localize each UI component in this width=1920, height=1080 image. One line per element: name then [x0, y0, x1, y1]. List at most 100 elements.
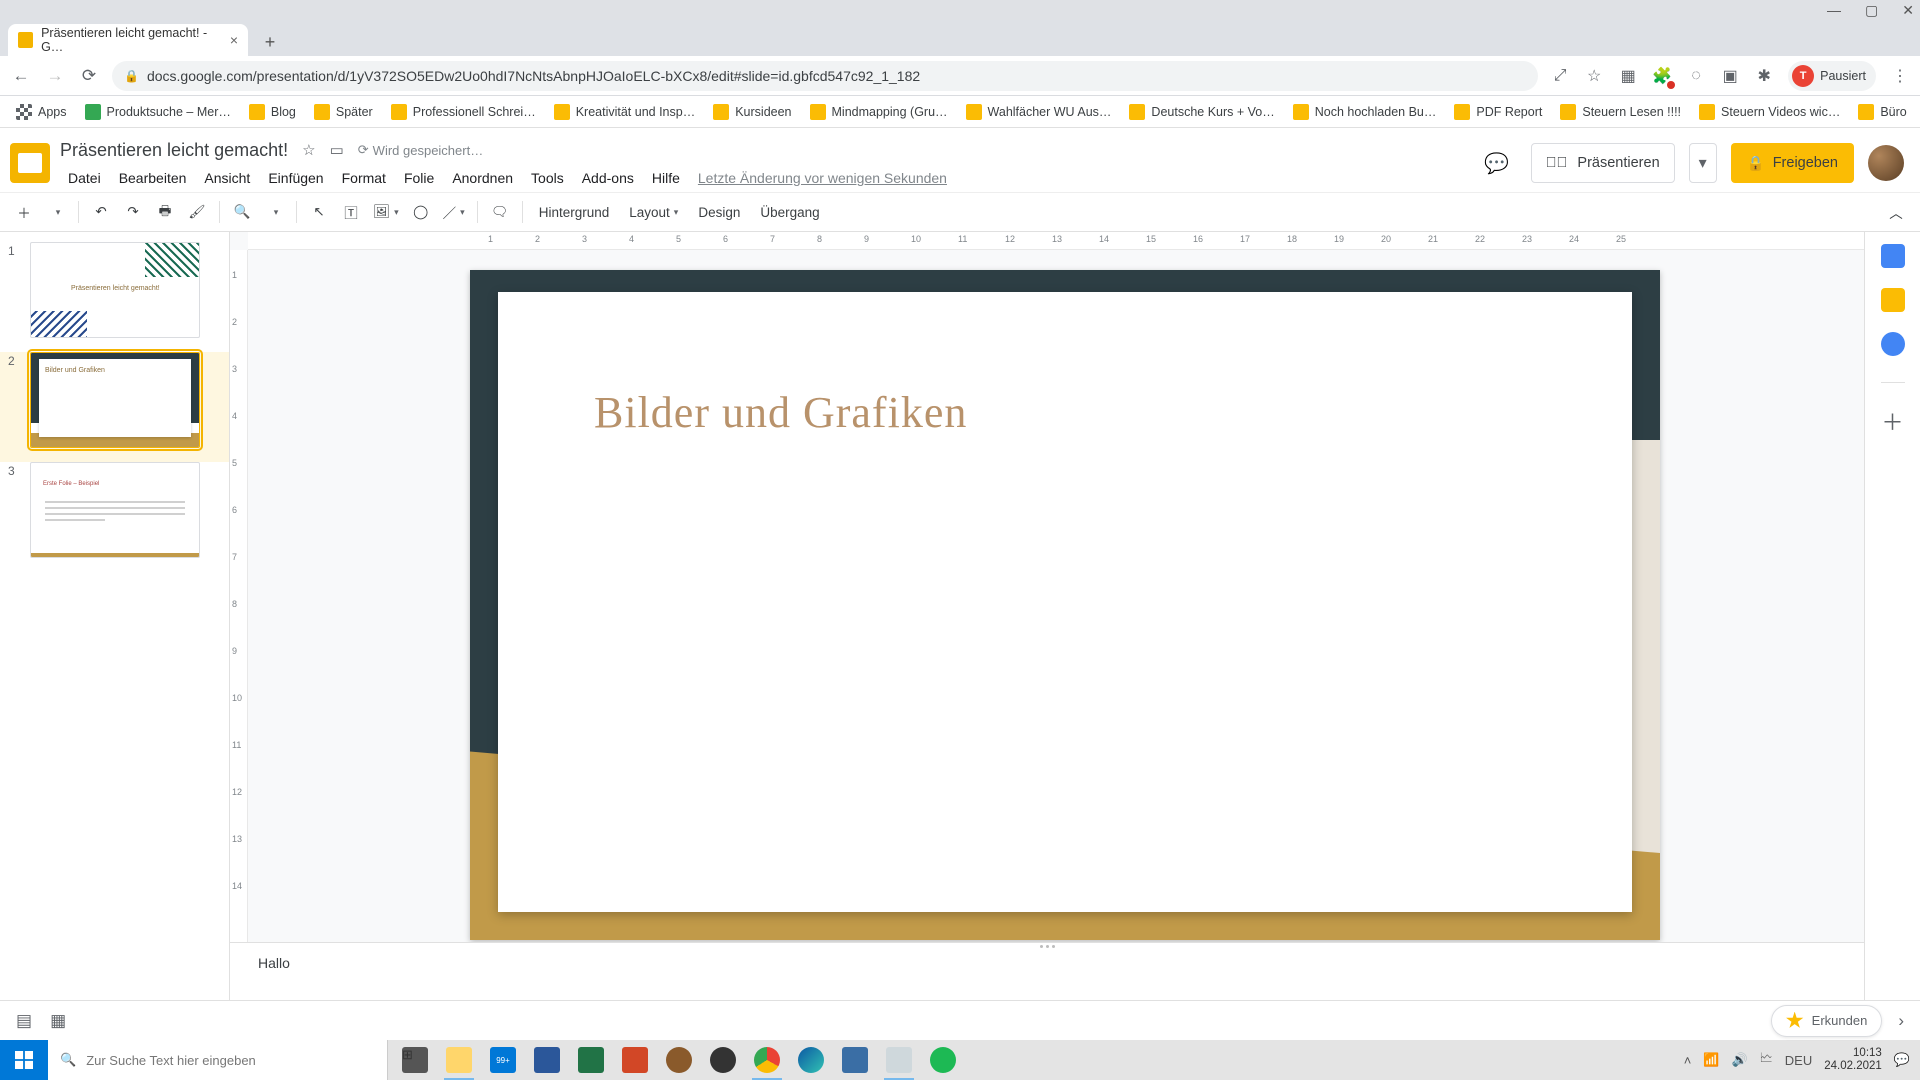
comments-icon[interactable]: 💬 — [1477, 143, 1517, 183]
taskbar-explorer[interactable] — [438, 1040, 480, 1080]
bookmark-item[interactable]: Deutsche Kurs + Vo… — [1123, 100, 1280, 124]
new-slide-dropdown[interactable] — [42, 198, 70, 226]
tray-battery-icon[interactable]: 🗠 — [1760, 1049, 1773, 1071]
close-icon[interactable]: ✕ — [1902, 2, 1914, 19]
taskbar-chrome[interactable] — [746, 1040, 788, 1080]
bookmark-item[interactable]: Produktsuche – Mer… — [79, 100, 237, 124]
last-change-link[interactable]: Letzte Änderung vor wenigen Sekunden — [690, 166, 955, 190]
kebab-menu-icon[interactable]: ⋮ — [1890, 66, 1910, 86]
tray-language[interactable]: DEU — [1785, 1053, 1812, 1068]
extensions-menu-icon[interactable]: ✱ — [1754, 66, 1774, 86]
present-button[interactable]: ▸⃞ Präsentieren — [1531, 143, 1675, 183]
slide-canvas[interactable]: Bilder und Grafiken — [470, 270, 1660, 940]
menu-folie[interactable]: Folie — [396, 166, 442, 190]
taskbar-app-brown[interactable] — [658, 1040, 700, 1080]
redo-button[interactable]: ↷ — [119, 198, 147, 226]
menu-ansicht[interactable]: Ansicht — [196, 166, 258, 190]
transition-button[interactable]: Übergang — [752, 198, 827, 226]
background-button[interactable]: Hintergrund — [531, 198, 618, 226]
speaker-notes-drag-handle[interactable] — [1027, 942, 1067, 950]
task-view-icon[interactable]: ⊞ — [394, 1040, 436, 1080]
bookmark-item[interactable]: Professionell Schrei… — [385, 100, 542, 124]
menu-hilfe[interactable]: Hilfe — [644, 166, 688, 190]
slide-title-text[interactable]: Bilder und Grafiken — [594, 387, 967, 438]
minimize-icon[interactable]: — — [1827, 2, 1841, 18]
bookmark-item[interactable]: Steuern Videos wic… — [1693, 100, 1846, 124]
select-tool[interactable]: ↖ — [305, 198, 333, 226]
extension3-icon[interactable]: ▣ — [1720, 66, 1740, 86]
line-tool[interactable]: ／ — [439, 198, 469, 226]
taskbar-mail[interactable]: 99+ — [482, 1040, 524, 1080]
tasks-addon-icon[interactable] — [1881, 332, 1905, 356]
bookmark-item[interactable]: Büro — [1852, 100, 1912, 124]
slide-thumb-3[interactable]: Erste Folie – Beispiel — [30, 462, 200, 558]
grid-view-icon[interactable]: ▦ — [50, 1011, 66, 1031]
bookmark-item[interactable]: Steuern Lesen !!!! — [1554, 100, 1687, 124]
maximize-icon[interactable]: ▢ — [1865, 2, 1878, 19]
zoom-button[interactable]: 🔍 — [228, 198, 256, 226]
new-slide-button[interactable]: ＋ — [10, 198, 38, 226]
bookmark-item[interactable]: Mindmapping (Gru… — [804, 100, 954, 124]
taskbar-app-1[interactable] — [834, 1040, 876, 1080]
move-icon[interactable]: ▭ — [330, 141, 344, 159]
action-center-icon[interactable]: 💬 — [1894, 1052, 1910, 1068]
taskbar-app-2[interactable] — [878, 1040, 920, 1080]
menu-tools[interactable]: Tools — [523, 166, 572, 190]
slide-thumb-1[interactable]: Präsentieren leicht gemacht! — [30, 242, 200, 338]
taskbar-excel[interactable] — [570, 1040, 612, 1080]
menu-datei[interactable]: Datei — [60, 166, 109, 190]
bookmark-item[interactable]: Später — [308, 100, 379, 124]
bookmarks-apps[interactable]: Apps — [10, 100, 73, 124]
profile-chip[interactable]: T Pausiert — [1788, 61, 1876, 91]
bookmark-item[interactable]: Kreativität und Insp… — [548, 100, 702, 124]
undo-button[interactable]: ↶ — [87, 198, 115, 226]
paint-format-button[interactable]: 🖌 — [183, 198, 211, 226]
extension2-icon[interactable]: ◌ — [1686, 66, 1706, 86]
menu-format[interactable]: Format — [334, 166, 394, 190]
tray-chevron-icon[interactable]: ˄ — [1684, 1053, 1692, 1068]
new-tab-button[interactable]: + — [256, 28, 284, 56]
present-dropdown[interactable]: ▾ — [1689, 143, 1717, 183]
address-bar[interactable]: 🔒 docs.google.com/presentation/d/1yV372S… — [112, 61, 1538, 91]
collapse-toolbar-icon[interactable]: ︿ — [1882, 198, 1910, 226]
slides-logo-icon[interactable] — [10, 143, 50, 183]
doc-title[interactable]: Präsentieren leicht gemacht! — [60, 140, 288, 161]
get-addons-icon[interactable]: ＋ — [1881, 409, 1905, 433]
taskbar-search[interactable]: 🔍 Zur Suche Text hier eingeben — [48, 1040, 388, 1080]
share-button[interactable]: 🔒 Freigeben — [1731, 143, 1854, 183]
back-icon[interactable]: ← — [10, 66, 32, 86]
taskbar-spotify[interactable] — [922, 1040, 964, 1080]
layout-button[interactable]: Layout — [621, 198, 686, 226]
reload-icon[interactable]: ⟳ — [78, 66, 100, 86]
qr-icon[interactable]: ▦ — [1618, 66, 1638, 86]
bookmark-item[interactable]: PDF Report — [1448, 100, 1548, 124]
bookmark-item[interactable]: Blog — [243, 100, 302, 124]
print-button[interactable]: 🖶 — [151, 198, 179, 226]
speaker-notes-text[interactable]: Hallo — [258, 955, 290, 971]
taskbar-powerpoint[interactable] — [614, 1040, 656, 1080]
menu-anordnen[interactable]: Anordnen — [444, 166, 521, 190]
zoom-icon[interactable]: ⤢ — [1550, 66, 1570, 86]
extension-icon[interactable]: 🧩 — [1652, 66, 1672, 86]
slide-thumb-2[interactable]: Bilder und Grafiken — [30, 352, 200, 448]
tray-volume-icon[interactable]: 🔊 — [1732, 1052, 1748, 1068]
filmstrip-view-icon[interactable]: ▤ — [16, 1011, 32, 1031]
account-avatar[interactable] — [1868, 145, 1904, 181]
forward-icon[interactable]: → — [44, 66, 66, 86]
design-button[interactable]: Design — [690, 198, 748, 226]
tab-close-icon[interactable]: × — [230, 32, 238, 48]
shape-tool[interactable]: ◯ — [407, 198, 435, 226]
slide-thumbnail-panel[interactable]: 1 Präsentieren leicht gemacht! 2 Bilder … — [0, 232, 230, 1000]
calendar-addon-icon[interactable] — [1881, 244, 1905, 268]
menu-addons[interactable]: Add-ons — [574, 166, 642, 190]
bookmark-star-icon[interactable]: ☆ — [1584, 66, 1604, 86]
start-button[interactable] — [0, 1040, 48, 1080]
explore-button[interactable]: Erkunden — [1771, 1005, 1883, 1037]
taskbar-edge[interactable] — [790, 1040, 832, 1080]
star-icon[interactable]: ☆ — [302, 141, 315, 159]
menu-einfuegen[interactable]: Einfügen — [260, 166, 331, 190]
zoom-dropdown[interactable] — [260, 198, 288, 226]
bookmark-item[interactable]: Kursideen — [707, 100, 797, 124]
bookmark-item[interactable]: Wahlfächer WU Aus… — [960, 100, 1118, 124]
image-tool[interactable]: 🖼 — [369, 198, 403, 226]
